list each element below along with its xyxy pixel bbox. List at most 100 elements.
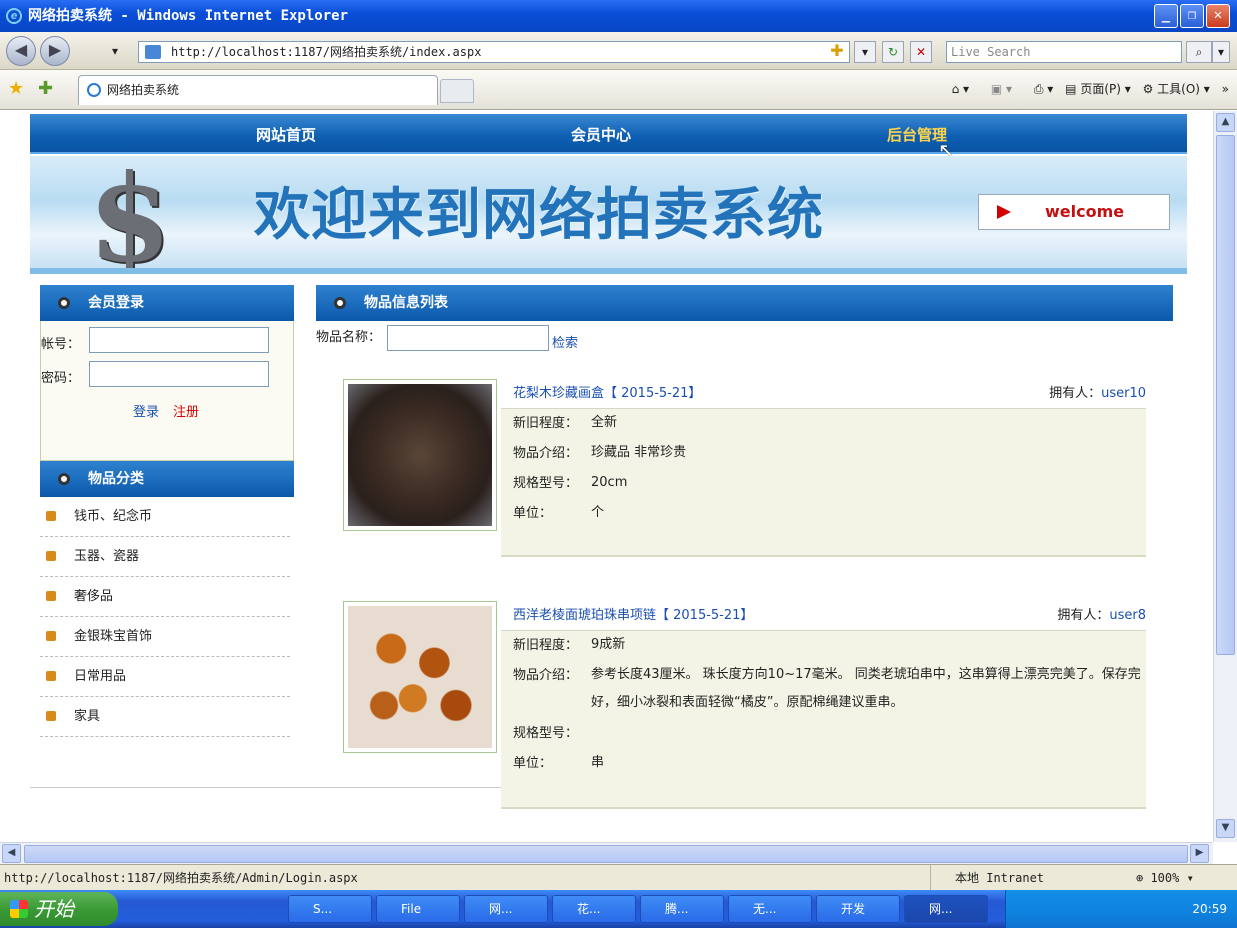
scroll-down-icon[interactable]: ▼ (1216, 819, 1235, 838)
item-details: 新旧程度： 9成新 物品介绍： 参考长度43厘米。 珠长度方向10~17毫米。 同类… (501, 631, 1146, 809)
item-title-link[interactable]: 花梨木珍藏画盒【 2015-5-21】 (513, 386, 701, 401)
category-item[interactable]: 日常用品 (40, 657, 290, 697)
zoom-level[interactable]: ⊕ 100% ▾ (1132, 865, 1194, 891)
item-list-heading: 物品信息列表 (316, 285, 1173, 321)
site-nav: 网站首页 会员中心 后台管理 ↖ (30, 114, 1187, 162)
item-title-row: 花梨木珍藏画盒【 2015-5-21】 拥有人：user10 (501, 379, 1146, 409)
add-favorites-icon[interactable]: ✚ (38, 78, 53, 99)
scroll-left-icon[interactable]: ◀ (2, 844, 21, 863)
account-input[interactable] (89, 327, 269, 353)
scroll-right-icon[interactable]: ▶ (1190, 844, 1209, 863)
category-heading: 物品分类 (40, 461, 294, 497)
home-icon[interactable]: ⌂ ▾ (952, 82, 969, 96)
bullet-icon (46, 551, 56, 561)
system-tray: 20:59 (1005, 890, 1237, 928)
new-tab-button[interactable] (440, 79, 474, 103)
amber-necklace-image (348, 606, 492, 748)
category-item[interactable]: 玉器、瓷器 (40, 537, 290, 577)
item-owner: 拥有人：user8 (1057, 608, 1146, 623)
horizontal-scrollbar[interactable]: ◀ ▶ (0, 842, 1213, 864)
nav-home[interactable]: 网站首页 (256, 124, 316, 145)
nav-member-center[interactable]: 会员中心 (571, 124, 631, 145)
password-input[interactable] (89, 361, 269, 387)
taskbar-item[interactable]: 无... (728, 895, 812, 923)
forward-button[interactable]: ▶ (40, 36, 70, 66)
status-bar: http://localhost:1187/网络拍卖系统/Admin/Login… (0, 864, 1237, 891)
horizontal-scroll-thumb[interactable] (24, 845, 1188, 863)
item-thumbnail[interactable] (343, 601, 497, 753)
taskbar-item[interactable]: 花... (552, 895, 636, 923)
list-item: 花梨木珍藏画盒【 2015-5-21】 拥有人：user10 新旧程度： 全新 物… (343, 379, 1146, 573)
bullet-icon (46, 511, 56, 521)
favorites-star-icon[interactable]: ★ (8, 78, 24, 99)
restore-button[interactable]: ❐ (1180, 4, 1204, 28)
bullet-icon (334, 297, 346, 309)
search-icon[interactable]: ⌕ (1186, 41, 1212, 63)
security-zone[interactable]: 本地 Intranet (930, 865, 1120, 891)
feeds-icon[interactable]: ▣ ▾ (991, 82, 1012, 96)
page-viewport: 网站首页 会员中心 后台管理 ↖ $ 欢迎来到网络拍卖系统 welcome 会员… (0, 111, 1213, 842)
tools-menu[interactable]: ⚙ 工具(O) ▾ (1143, 82, 1210, 96)
taskbar-item-active[interactable]: 网... (904, 895, 988, 923)
taskbar-item[interactable]: S... (288, 895, 372, 923)
taskbar-item[interactable]: 腾... (640, 895, 724, 923)
minimize-button[interactable]: _ (1154, 4, 1178, 28)
live-search-input[interactable]: Live Search (946, 41, 1182, 63)
vertical-scrollbar[interactable]: ▲ ▼ (1213, 111, 1237, 842)
search-options-button[interactable]: ▾ (1212, 41, 1230, 63)
page-menu[interactable]: ▤ 页面(P) ▾ (1065, 82, 1131, 96)
taskbar-item[interactable]: 开发 (816, 895, 900, 923)
chevron-right-icon[interactable]: » (1222, 82, 1229, 96)
address-input[interactable]: http://localhost:1187/网络拍卖系统/index.aspx (138, 41, 850, 63)
address-dropdown-button[interactable]: ▾ (854, 41, 876, 63)
banner: $ 欢迎来到网络拍卖系统 welcome (30, 156, 1187, 274)
search-label: 物品名称： (316, 330, 382, 345)
condition-label: 新旧程度： (513, 638, 579, 653)
category-item[interactable]: 金银珠宝首饰 (40, 617, 290, 657)
category-item[interactable]: 奢侈品 (40, 577, 290, 617)
welcome-badge: welcome (978, 194, 1170, 230)
bullet-icon (58, 297, 70, 309)
category-item[interactable]: 家具 (40, 697, 290, 737)
item-thumbnail[interactable] (343, 379, 497, 531)
windows-logo-icon (10, 900, 28, 918)
category-item[interactable]: 钱币、纪念币 (40, 497, 290, 537)
title-bar: e 网络拍卖系统 - Windows Internet Explorer _ ❐… (0, 0, 1237, 32)
play-triangle-icon (997, 205, 1011, 219)
item-details: 新旧程度： 全新 物品介绍： 珍藏品 非常珍贵 规格型号： 20cm 单位： 个 (501, 409, 1146, 557)
login-link[interactable]: 登录 (133, 401, 159, 420)
ie-window: e 网络拍卖系统 - Windows Internet Explorer _ ❐… (0, 0, 1237, 928)
print-icon[interactable]: ⎙ ▾ (1034, 82, 1053, 96)
window-title: 网络拍卖系统 - Windows Internet Explorer (28, 8, 349, 24)
account-label: 帐号： (41, 337, 81, 352)
intro-label: 物品介绍： (513, 446, 579, 461)
tab-current[interactable]: 网络拍卖系统 (78, 75, 438, 105)
item-owner: 拥有人：user10 (1049, 386, 1146, 401)
taskbar-item[interactable]: File (376, 895, 460, 923)
dollar-sign-logo-icon: $ (88, 156, 172, 274)
chevron-down-icon[interactable]: ▾ (104, 41, 126, 63)
ie-tab-icon (87, 83, 101, 97)
compat-icon[interactable]: ✚ (826, 41, 848, 63)
vertical-scroll-thumb[interactable] (1216, 135, 1235, 655)
item-title-link[interactable]: 西洋老棱面琥珀珠串项链【 2015-5-21】 (513, 608, 753, 623)
bullet-icon (58, 473, 70, 485)
scroll-up-icon[interactable]: ▲ (1216, 113, 1235, 132)
search-button[interactable]: 检索 (552, 332, 578, 351)
unit-label: 单位： (513, 756, 553, 771)
bullet-icon (46, 671, 56, 681)
back-button[interactable]: ◀ (6, 36, 36, 66)
address-toolbar: ◀ ▶ ▾ http://localhost:1187/网络拍卖系统/index… (0, 32, 1237, 70)
refresh-button[interactable]: ↻ (882, 41, 904, 63)
status-text: http://localhost:1187/网络拍卖系统/Admin/Login… (4, 871, 358, 885)
clock[interactable]: 20:59 (1192, 902, 1227, 916)
taskbar-item[interactable]: 网... (464, 895, 548, 923)
register-link[interactable]: 注册 (173, 401, 199, 420)
close-button[interactable]: ✕ (1206, 4, 1230, 28)
page-icon (145, 45, 161, 59)
item-name-input[interactable] (387, 325, 549, 351)
start-button[interactable]: 开始 (0, 892, 118, 926)
unit-value: 串 (591, 755, 605, 770)
stop-button[interactable]: ✕ (910, 41, 932, 63)
login-heading: 会员登录 (40, 285, 294, 321)
